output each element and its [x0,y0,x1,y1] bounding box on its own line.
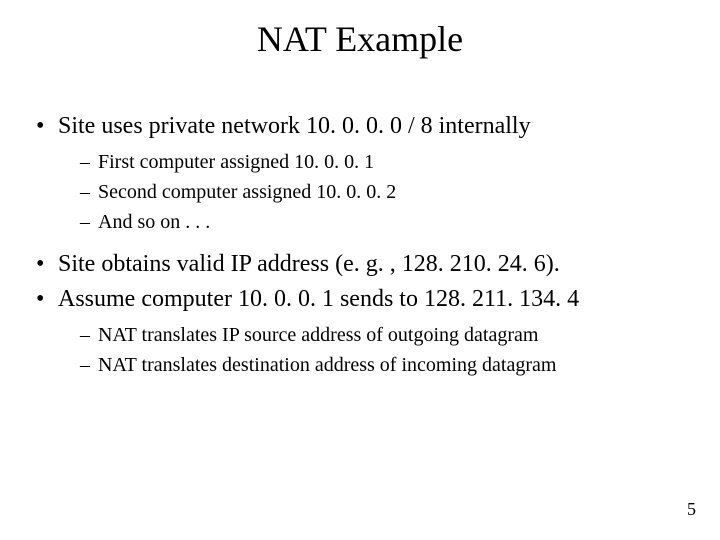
dash-icon: – [80,321,90,349]
dash-icon: – [80,351,90,379]
sub-bullet-text: NAT translates IP source address of outg… [98,324,538,346]
bullet-text: Site obtains valid IP address (e. g. , 1… [58,251,560,277]
sub-list: – NAT translates IP source address of ou… [80,321,684,379]
bullet-item: • Assume computer 10. 0. 0. 1 sends to 1… [36,283,684,315]
sub-bullet-text: NAT translates destination address of in… [98,354,556,376]
sub-list: – First computer assigned 10. 0. 0. 1 – … [80,148,684,236]
slide-title: NAT Example [0,18,720,60]
slide-content: • Site uses private network 10. 0. 0. 0 … [36,110,684,391]
bullet-item: • Site obtains valid IP address (e. g. ,… [36,248,684,280]
sub-bullet-text: And so on . . . [98,211,210,233]
bullet-text: Assume computer 10. 0. 0. 1 sends to 128… [58,286,579,312]
bullet-icon: • [36,110,44,142]
sub-bullet-item: – First computer assigned 10. 0. 0. 1 [80,148,684,176]
sub-bullet-text: First computer assigned 10. 0. 0. 1 [98,151,374,173]
bullet-icon: • [36,283,44,315]
sub-bullet-item: – NAT translates IP source address of ou… [80,321,684,349]
sub-bullet-item: – NAT translates destination address of … [80,351,684,379]
bullet-text: Site uses private network 10. 0. 0. 0 / … [58,113,531,139]
dash-icon: – [80,178,90,206]
sub-bullet-item: – Second computer assigned 10. 0. 0. 2 [80,178,684,206]
slide: NAT Example • Site uses private network … [0,0,720,540]
bullet-item: • Site uses private network 10. 0. 0. 0 … [36,110,684,142]
dash-icon: – [80,148,90,176]
dash-icon: – [80,208,90,236]
sub-bullet-text: Second computer assigned 10. 0. 0. 2 [98,181,396,203]
bullet-icon: • [36,248,44,280]
sub-bullet-item: – And so on . . . [80,208,684,236]
page-number: 5 [687,499,696,520]
